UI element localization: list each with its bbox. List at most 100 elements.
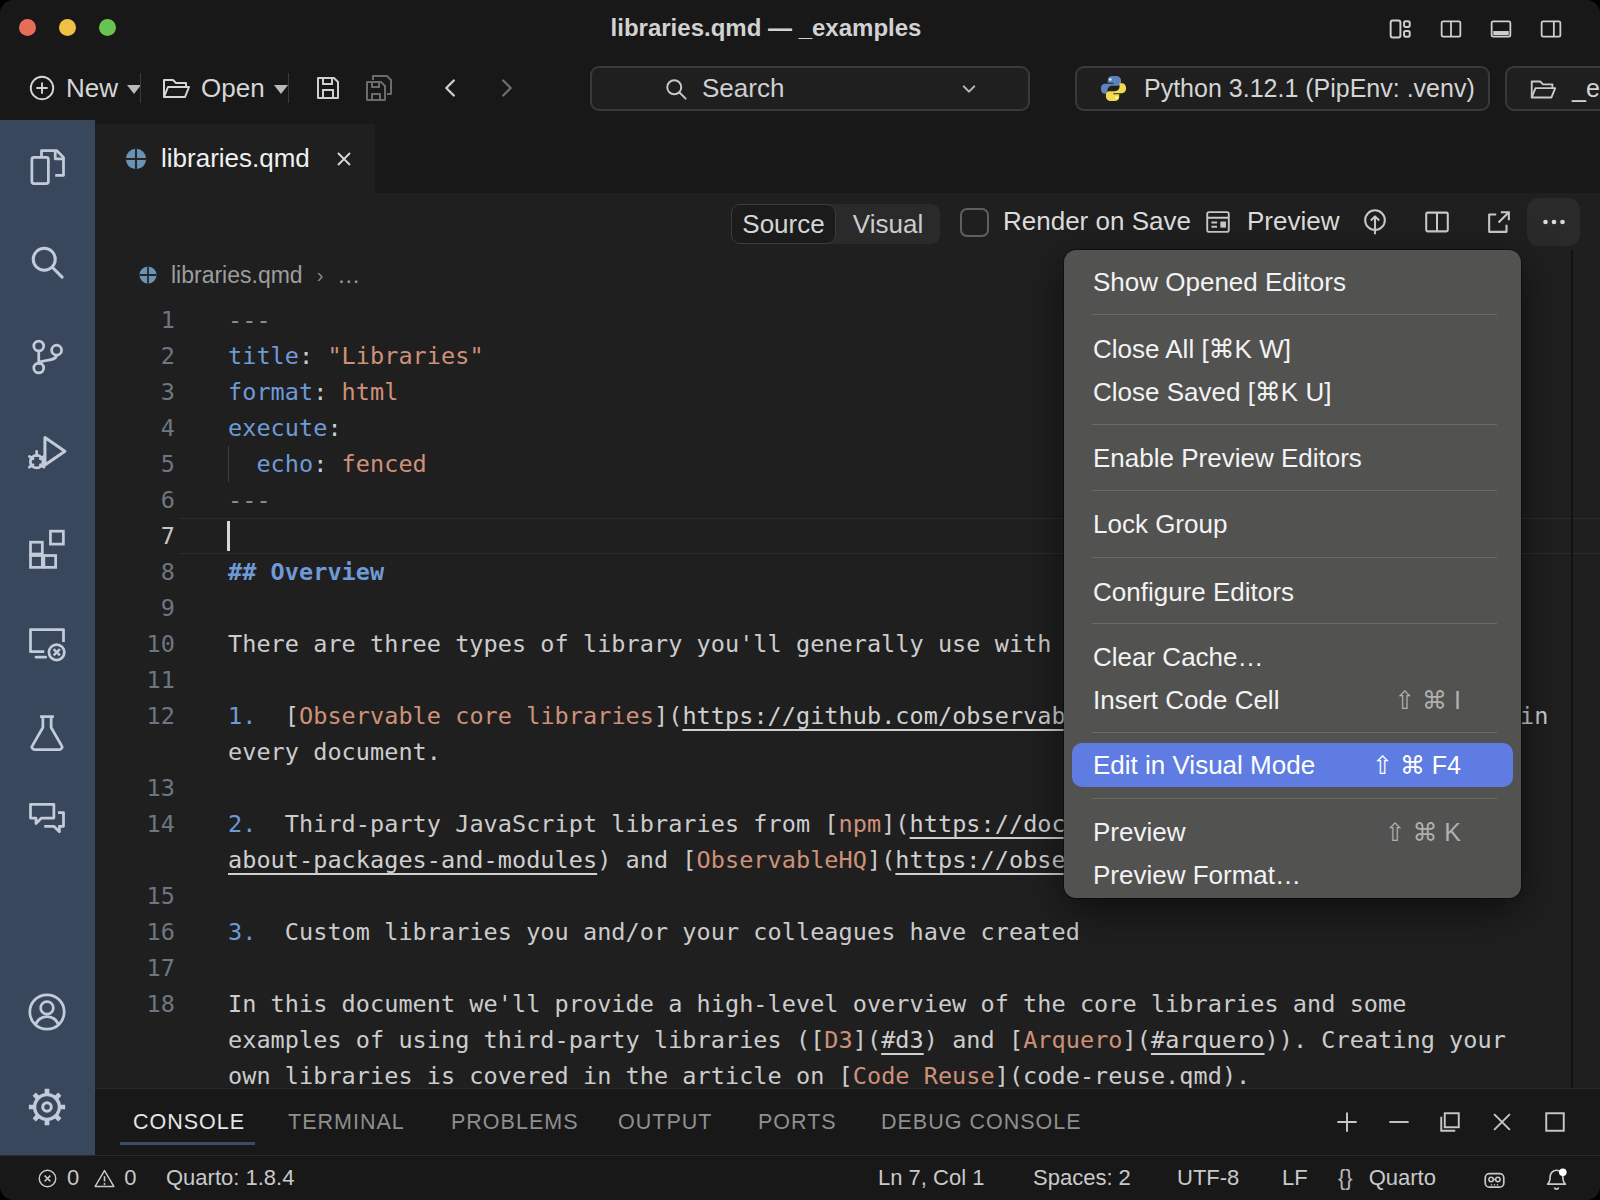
code-line-16[interactable]: 163. Custom libraries you and/or your co…: [95, 914, 1600, 950]
save-all-icon[interactable]: [363, 72, 395, 104]
menu-item-clear-cache[interactable]: Clear Cache…: [1072, 635, 1513, 679]
remote-explorer-icon[interactable]: [25, 620, 69, 664]
menu-item-preview-format[interactable]: Preview Format…: [1072, 853, 1513, 897]
breadcrumb-more: …: [337, 262, 360, 289]
menu-item-insert-code-cell[interactable]: Insert Code Cell⇧ ⌘ I: [1072, 678, 1513, 722]
line-number: 8: [95, 554, 175, 590]
more-actions-button[interactable]: [1527, 198, 1580, 246]
menu-item-edit-in-visual-mode[interactable]: Edit in Visual Mode⇧ ⌘ F4: [1072, 743, 1513, 787]
search-input[interactable]: Search: [590, 66, 1030, 111]
menu-item-preview[interactable]: Preview⇧ ⌘ K: [1072, 810, 1513, 854]
code-line-18[interactable]: 18In this document we'll provide a high-…: [95, 986, 1600, 1022]
line-number: 15: [95, 878, 175, 914]
save-icon[interactable]: [312, 72, 344, 104]
code-line-wrap[interactable]: examples of using third-party libraries …: [95, 1022, 1600, 1058]
render-icon[interactable]: [1360, 207, 1390, 237]
panel-close-icon[interactable]: [1488, 1108, 1516, 1136]
menu-item-close-all-k-w[interactable]: Close All [⌘K W]: [1072, 327, 1513, 371]
menu-item-show-opened-editors[interactable]: Show Opened Editors: [1072, 260, 1513, 304]
panel-maximize-icon[interactable]: [1541, 1108, 1569, 1136]
panel-tab-ports[interactable]: PORTS: [758, 1089, 837, 1155]
extensions-icon[interactable]: [25, 525, 69, 569]
toggle-secondary-sidebar-icon[interactable]: [1538, 16, 1564, 42]
project-selector[interactable]: _examples: [1505, 66, 1600, 111]
eol-status[interactable]: LF: [1282, 1156, 1308, 1200]
python-icon: [1098, 73, 1129, 104]
navigate-forward-icon[interactable]: [491, 73, 521, 103]
toggle-panel-icon[interactable]: [1488, 16, 1514, 42]
testing-icon[interactable]: [25, 711, 69, 755]
menu-item-lock-group[interactable]: Lock Group: [1072, 502, 1513, 546]
window-title: libraries.qmd — _examples: [611, 0, 922, 56]
split-editor-right-icon[interactable]: [1422, 207, 1452, 237]
panel-tab-terminal[interactable]: TERMINAL: [288, 1089, 405, 1155]
render-on-save-checkbox[interactable]: [960, 208, 989, 237]
source-control-icon[interactable]: [25, 335, 69, 379]
breadcrumb-file-icon: [137, 264, 159, 286]
line-number: 7: [95, 518, 175, 554]
panel-minimize-icon[interactable]: [1385, 1108, 1413, 1136]
close-window-button[interactable]: [19, 19, 36, 36]
line-number: 4: [95, 410, 175, 446]
split-editor-icon[interactable]: [1438, 16, 1464, 42]
source-mode-button[interactable]: Source: [731, 204, 836, 244]
menu-item-close-saved-k-u[interactable]: Close Saved [⌘K U]: [1072, 370, 1513, 414]
plus-circle-icon: [27, 73, 57, 103]
visual-mode-button[interactable]: Visual: [836, 204, 940, 244]
preview-icon: [1203, 207, 1233, 237]
account-icon[interactable]: [25, 990, 69, 1034]
run-debug-icon[interactable]: [25, 430, 69, 474]
panel-tab-problems[interactable]: PROBLEMS: [451, 1089, 578, 1155]
cursor-position-status[interactable]: Ln 7, Col 1: [878, 1156, 984, 1200]
maximize-window-button[interactable]: [99, 19, 116, 36]
menu-separator: [1092, 623, 1497, 624]
line-number: 12: [95, 698, 175, 734]
language-mode-status[interactable]: {}Quarto: [1338, 1156, 1436, 1200]
line-number: 16: [95, 914, 175, 950]
editor-actions-context-menu: Show Opened Editors Close All [⌘K W]Close…: [1064, 250, 1521, 898]
interpreter-selector[interactable]: Python 3.12.1 (PipEnv: .venv): [1075, 66, 1490, 111]
line-number: 6: [95, 482, 175, 518]
explorer-icon[interactable]: [25, 145, 69, 189]
line-number: [95, 1022, 175, 1058]
problems-status[interactable]: 0 0: [36, 1156, 137, 1200]
code-line-17[interactable]: 17: [95, 950, 1600, 986]
panel-restore-icon[interactable]: [1436, 1108, 1464, 1136]
breadcrumb-file: libraries.qmd: [171, 262, 303, 289]
project-label: _examples: [1572, 74, 1600, 103]
line-number: 9: [95, 590, 175, 626]
panel-tab-console[interactable]: CONSOLE: [133, 1089, 245, 1155]
tab-libraries-qmd[interactable]: libraries.qmd: [95, 124, 375, 193]
navigate-back-icon[interactable]: [436, 73, 466, 103]
notifications-bell-icon[interactable]: [1543, 1166, 1570, 1193]
indentation-status[interactable]: Spaces: 2: [1033, 1156, 1131, 1200]
line-number: [95, 842, 175, 878]
menu-item-enable-preview-editors[interactable]: Enable Preview Editors: [1072, 436, 1513, 480]
panel-tab-output[interactable]: OUTPUT: [618, 1089, 712, 1155]
menu-separator: [1092, 424, 1497, 425]
editor-scrollbar-edge: [1571, 250, 1573, 1088]
panel-add-icon[interactable]: [1333, 1108, 1361, 1136]
search-dropdown-chevron-icon[interactable]: [955, 75, 983, 103]
close-tab-icon[interactable]: [332, 147, 356, 171]
open-button[interactable]: Open: [160, 56, 288, 120]
line-number: 2: [95, 338, 175, 374]
minimize-window-button[interactable]: [59, 19, 76, 36]
settings-gear-icon[interactable]: [25, 1085, 69, 1129]
chat-icon[interactable]: [25, 796, 69, 840]
line-number: 1: [95, 302, 175, 338]
quarto-version-status[interactable]: Quarto: 1.8.4: [166, 1156, 294, 1200]
copilot-icon[interactable]: [1481, 1166, 1508, 1193]
line-number: 3: [95, 374, 175, 410]
panel-tab-debug-console[interactable]: DEBUG CONSOLE: [881, 1089, 1082, 1155]
encoding-status[interactable]: UTF-8: [1177, 1156, 1239, 1200]
customize-layout-icon[interactable]: [1387, 16, 1413, 42]
menu-item-configure-editors[interactable]: Configure Editors: [1072, 570, 1513, 614]
search-sidebar-icon[interactable]: [25, 240, 69, 284]
preview-button[interactable]: Preview: [1247, 193, 1339, 250]
menu-separator: [1092, 557, 1497, 558]
new-button[interactable]: New: [27, 56, 141, 120]
folder-open-icon: [160, 72, 192, 104]
open-in-new-window-icon[interactable]: [1484, 207, 1514, 237]
line-number: 11: [95, 662, 175, 698]
